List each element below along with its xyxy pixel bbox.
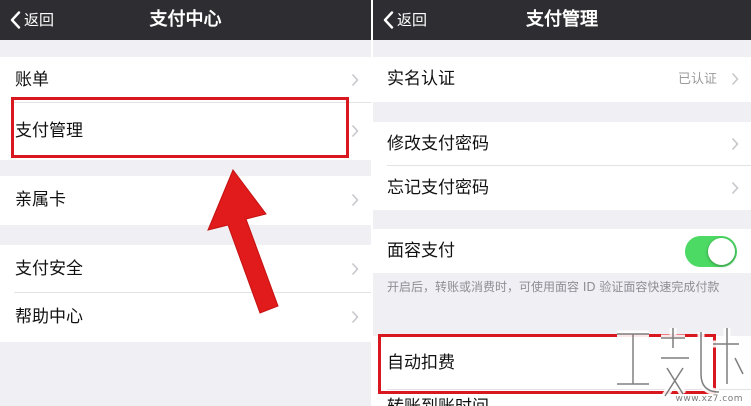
right-group-3: 面容支付 — [373, 229, 751, 273]
left-back-button[interactable]: 返回 — [10, 9, 54, 31]
left-navbar: 返回 支付中心 — [0, 0, 371, 40]
left-panel: 返回 支付中心 账单 支付管理 亲属卡 支付安全 帮助中心 — [0, 0, 371, 406]
menu-item-help-center[interactable]: 帮助中心 — [0, 293, 371, 342]
chevron-right-icon — [351, 262, 359, 276]
status-badge: 已认证 — [677, 72, 717, 87]
red-arrow-icon — [207, 169, 279, 314]
right-back-button[interactable]: 返回 — [383, 9, 427, 31]
back-label: 返回 — [24, 11, 55, 29]
chevron-right-icon — [351, 193, 359, 207]
menu-item-label: 修改支付密码 — [387, 134, 489, 154]
highlight-box — [11, 97, 349, 158]
menu-item-label: 忘记支付密码 — [387, 178, 489, 198]
menu-item-label: 帮助中心 — [15, 307, 83, 327]
chevron-right-icon — [351, 73, 359, 87]
page-title: 支付中心 — [149, 9, 222, 30]
chevron-left-icon — [383, 11, 394, 29]
menu-item-payment-security[interactable]: 支付安全 — [0, 245, 371, 293]
right-group-2: 修改支付密码 忘记支付密码 — [373, 122, 751, 210]
left-group-2: 亲属卡 — [0, 176, 371, 225]
menu-item-change-password[interactable]: 修改支付密码 — [373, 122, 751, 166]
chevron-right-icon — [351, 124, 359, 138]
right-navbar: 返回 支付管理 — [373, 0, 751, 40]
menu-item-label: 实名认证 — [387, 69, 455, 89]
right-panel: 返回 支付管理 实名认证 已认证 修改支付密码 忘记支付密码 面容支付 开启后，… — [373, 0, 751, 406]
chevron-right-icon — [731, 181, 739, 195]
face-pay-toggle[interactable] — [685, 236, 737, 267]
toggle-knob — [708, 238, 735, 265]
menu-item-label: 亲属卡 — [15, 190, 66, 210]
chevron-right-icon — [351, 310, 359, 324]
menu-item-family-card[interactable]: 亲属卡 — [0, 176, 371, 225]
left-group-3: 支付安全 帮助中心 — [0, 245, 371, 342]
back-label: 返回 — [397, 11, 428, 29]
page-title: 支付管理 — [526, 9, 598, 30]
highlight-box — [378, 334, 716, 394]
menu-item-forgot-password[interactable]: 忘记支付密码 — [373, 166, 751, 210]
chevron-left-icon — [10, 11, 21, 29]
right-group-1: 实名认证 已认证 — [373, 57, 751, 102]
face-pay-note: 开启后，转账或消费时，可使用面容 ID 验证面容快速完成付款 — [387, 280, 720, 294]
menu-item-label: 支付安全 — [15, 259, 83, 279]
chevron-right-icon — [731, 137, 739, 151]
chevron-right-icon — [731, 72, 739, 86]
face-pay-row: 面容支付 — [373, 229, 751, 273]
menu-item-label: 面容支付 — [387, 241, 455, 261]
menu-item-label: 转账到账时间 — [387, 394, 489, 406]
menu-item-real-name-verification[interactable]: 实名认证 已认证 — [373, 57, 751, 102]
